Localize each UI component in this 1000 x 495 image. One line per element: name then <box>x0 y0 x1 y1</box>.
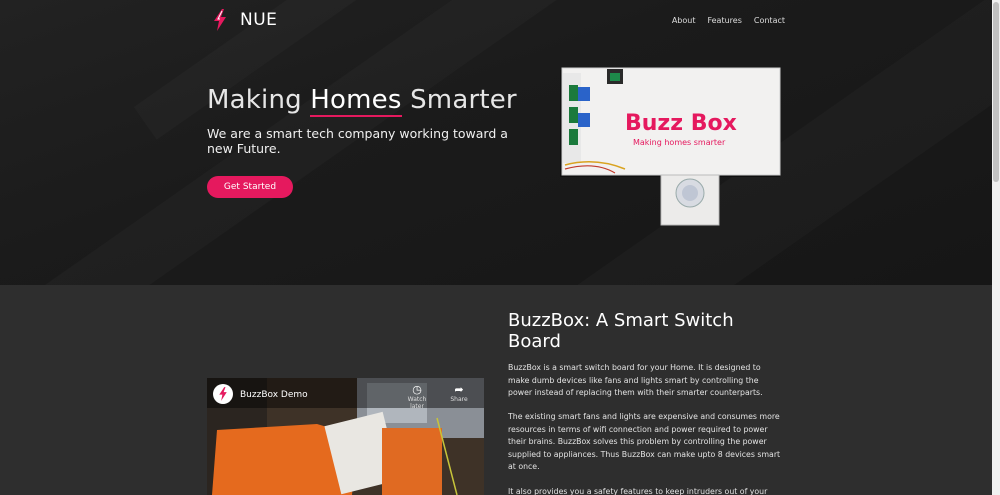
hero-title-highlight: Homes <box>310 85 402 117</box>
clock-icon: ◷ <box>412 383 422 396</box>
watch-later-label: Watch later <box>407 396 427 410</box>
channel-avatar[interactable] <box>213 384 233 404</box>
video-player[interactable]: BuzzBox Demo ◷ Watch later ➦ Share <box>207 378 484 495</box>
scrollbar-thumb[interactable] <box>993 2 999 182</box>
share-button[interactable]: ➦ Share <box>445 383 473 404</box>
product-tagline: Making homes smarter <box>633 138 726 147</box>
share-icon: ➦ <box>454 383 464 396</box>
page-scrollbar[interactable] <box>992 0 1000 495</box>
video-title[interactable]: BuzzBox Demo <box>240 390 308 400</box>
main-nav: About Features Contact <box>672 16 785 25</box>
hero-title-post: Smarter <box>401 85 517 115</box>
section-paragraph: BuzzBox is a smart switch board for your… <box>508 363 763 397</box>
share-label: Share <box>450 396 468 403</box>
hero-title-pre: Making <box>207 85 311 115</box>
nav-logo[interactable]: NUE <box>212 9 277 31</box>
lightning-bolt-icon <box>219 387 227 401</box>
hero-title: Making Homes Smarter <box>207 85 517 117</box>
hero-subtitle: We are a smart tech company working towa… <box>207 126 508 156</box>
section-paragraph: The existing smart fans and lights are e… <box>508 412 781 471</box>
hero-section: NUE About Features Contact Making Homes … <box>0 0 992 285</box>
section-title: BuzzBox: A Smart Switch Board <box>508 310 734 352</box>
section-paragraph: It also provides you a safety features t… <box>508 487 768 495</box>
nav-link-about[interactable]: About <box>672 16 696 25</box>
buzzbox-product-image: Buzz Box Making homes smarter <box>560 67 781 226</box>
lightning-bolt-icon <box>214 9 226 31</box>
nav-link-features[interactable]: Features <box>707 16 741 25</box>
nav-link-contact[interactable]: Contact <box>754 16 785 25</box>
get-started-button[interactable]: Get Started <box>207 176 293 198</box>
content-section <box>0 285 992 495</box>
brand-name: NUE <box>240 10 278 30</box>
product-logo-text: Buzz Box <box>625 111 737 136</box>
watch-later-button[interactable]: ◷ Watch later <box>403 383 431 411</box>
